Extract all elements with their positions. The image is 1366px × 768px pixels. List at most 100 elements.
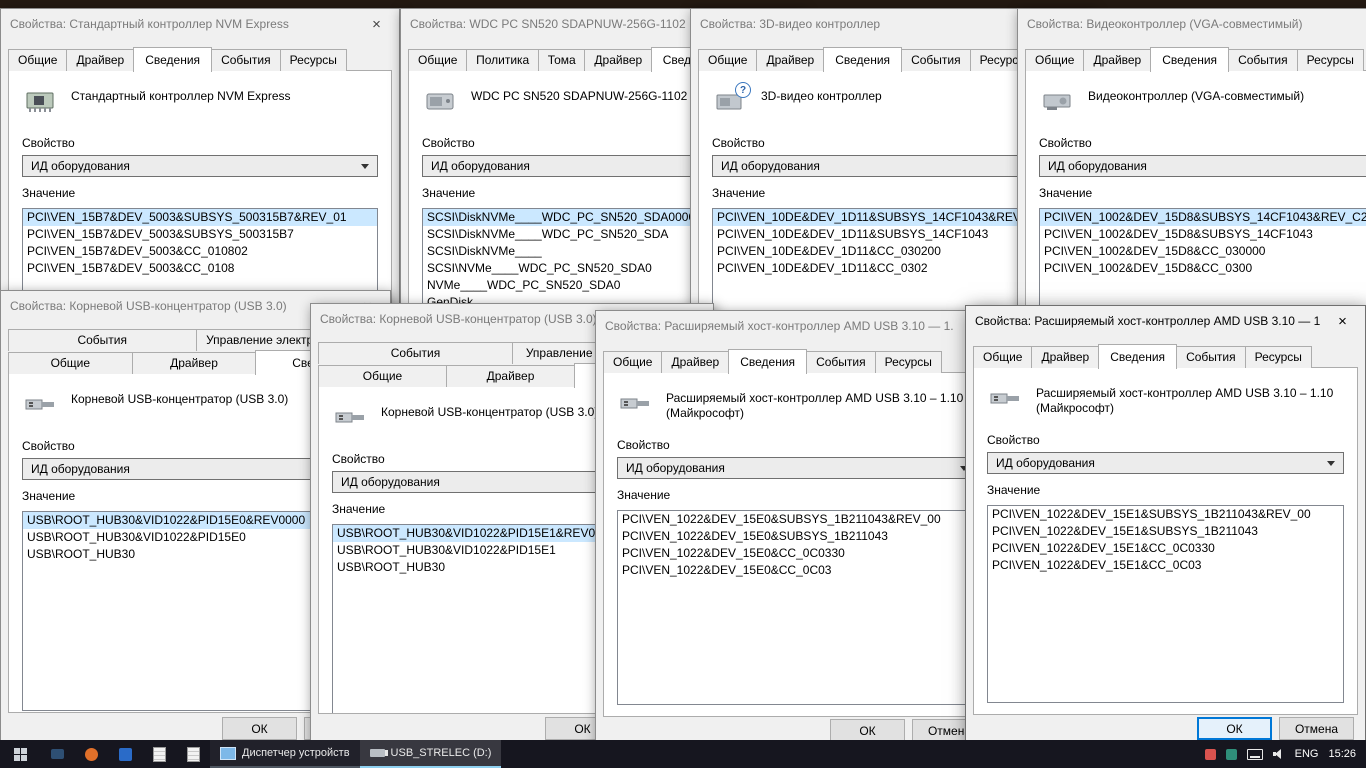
- touch-keyboard-icon[interactable]: [1246, 748, 1263, 760]
- tray-app-icon-red[interactable]: [1204, 748, 1216, 760]
- m-app-icon: [118, 747, 132, 761]
- ok-button[interactable]: ОК: [222, 717, 297, 740]
- taskbar-window-label: Диспетчер устройств: [242, 747, 350, 759]
- tab-resources[interactable]: Ресурсы: [874, 351, 942, 373]
- device-name: Стандартный контроллер NVM Express: [71, 89, 291, 103]
- tab-policy[interactable]: Политика: [466, 49, 539, 71]
- list-item[interactable]: PCI\VEN_1022&DEV_15E1&SUBSYS_1B211043&RE…: [988, 506, 1343, 523]
- volume-icon[interactable]: [1272, 749, 1285, 759]
- tab-general[interactable]: Общие: [973, 346, 1033, 368]
- property-combobox[interactable]: ИД оборудования: [617, 457, 977, 479]
- tray-app-icon-teal[interactable]: [1225, 748, 1237, 760]
- tab-details[interactable]: Сведения: [823, 47, 903, 72]
- list-item[interactable]: PCI\VEN_1022&DEV_15E0&CC_0C0330: [618, 545, 976, 562]
- tab-general[interactable]: Общие: [408, 49, 468, 71]
- list-item[interactable]: PCI\VEN_1002&DEV_15D8&CC_0300: [1040, 260, 1366, 277]
- tab-events[interactable]: События: [806, 351, 876, 373]
- tab-general[interactable]: Общие: [8, 49, 68, 71]
- tab-events[interactable]: События: [1228, 49, 1298, 71]
- pinned-app-notepad-2[interactable]: [176, 740, 210, 768]
- property-combobox-value: ИД оборудования: [31, 159, 130, 173]
- list-item[interactable]: PCI\VEN_15B7&DEV_5003&SUBSYS_500315B7: [23, 226, 377, 243]
- ok-button[interactable]: ОК: [1197, 717, 1272, 740]
- tab-events[interactable]: События: [1176, 346, 1246, 368]
- notepad-icon: [152, 746, 166, 762]
- value-label: Значение: [1039, 186, 1093, 200]
- tab-details[interactable]: Сведения: [728, 349, 808, 374]
- tab-driver[interactable]: Драйвер: [1083, 49, 1152, 71]
- list-item[interactable]: PCI\VEN_1022&DEV_15E0&CC_0C03: [618, 562, 976, 579]
- tab-driver[interactable]: Драйвер: [1031, 346, 1100, 368]
- titlebar[interactable]: Свойства: Расширяемый хост-контроллер AM…: [966, 306, 1365, 336]
- tab-details[interactable]: Сведения: [1098, 344, 1178, 369]
- values-listbox[interactable]: PCI\VEN_1022&DEV_15E0&SUBSYS_1B211043&RE…: [617, 510, 977, 705]
- tab-driver[interactable]: Драйвер: [66, 49, 135, 71]
- system-tray: ENG 15:26: [1204, 740, 1366, 768]
- list-item[interactable]: PCI\VEN_1002&DEV_15D8&CC_030000: [1040, 243, 1366, 260]
- pinned-app-m[interactable]: [108, 740, 142, 768]
- property-combobox[interactable]: ИД оборудования: [1039, 155, 1366, 177]
- list-item[interactable]: PCI\VEN_1022&DEV_15E1&SUBSYS_1B211043: [988, 523, 1343, 540]
- taskbar-window-usb-strelec[interactable]: USB_STRELEC (D:): [359, 740, 502, 768]
- list-item[interactable]: PCI\VEN_1002&DEV_15D8&SUBSYS_14CF1043: [1040, 226, 1366, 243]
- usb-drive-icon: [369, 749, 388, 757]
- device-name: Расширяемый хост-контроллер AMD USB 3.10…: [666, 391, 964, 420]
- property-combobox[interactable]: ИД оборудования: [987, 452, 1344, 474]
- ok-button[interactable]: ОК: [830, 719, 905, 742]
- pinned-app-notepad-1[interactable]: [142, 740, 176, 768]
- list-item[interactable]: PCI\VEN_15B7&DEV_5003&CC_0108: [23, 260, 377, 277]
- taskbar-window-device-manager[interactable]: Диспетчер устройств: [210, 740, 360, 768]
- tab-general[interactable]: Общие: [318, 365, 447, 387]
- pinned-app-briefcase[interactable]: [40, 740, 74, 768]
- list-item[interactable]: PCI\VEN_1022&DEV_15E0&SUBSYS_1B211043: [618, 528, 976, 545]
- tab-details[interactable]: Сведения: [133, 47, 213, 72]
- tab-driver[interactable]: Драйвер: [131, 352, 257, 374]
- values-listbox[interactable]: PCI\VEN_1022&DEV_15E1&SUBSYS_1B211043&RE…: [987, 505, 1344, 703]
- cancel-button[interactable]: Отмена: [1279, 717, 1354, 740]
- list-item[interactable]: PCI\VEN_1022&DEV_15E0&SUBSYS_1B211043&RE…: [618, 511, 976, 528]
- pinned-app-browser[interactable]: [74, 740, 108, 768]
- value-label: Значение: [617, 488, 671, 502]
- tab-events[interactable]: События: [318, 342, 513, 364]
- tab-driver[interactable]: Драйвер: [756, 49, 825, 71]
- close-icon[interactable]: ×: [1320, 306, 1365, 336]
- tab-general[interactable]: Общие: [8, 352, 133, 374]
- usb-connector-icon: [22, 389, 58, 422]
- tab-details[interactable]: Сведения: [1150, 47, 1230, 72]
- tab-driver[interactable]: Драйвер: [584, 49, 652, 71]
- titlebar[interactable]: Свойства: Стандартный контроллер NVM Exp…: [1, 9, 399, 39]
- list-item[interactable]: PCI\VEN_1002&DEV_15D8&SUBSYS_14CF1043&RE…: [1040, 209, 1366, 226]
- window-title: Свойства: Расширяемый хост-контроллер AM…: [605, 319, 953, 333]
- tab-events[interactable]: События: [901, 49, 971, 71]
- property-combobox[interactable]: ИД оборудования: [22, 155, 378, 177]
- device-name: Корневой USB-концентратор (USB 3.0): [71, 392, 289, 406]
- tab-driver[interactable]: Драйвер: [661, 351, 730, 373]
- list-item[interactable]: PCI\VEN_1022&DEV_15E1&CC_0C03: [988, 557, 1343, 574]
- list-item[interactable]: PCI\VEN_1022&DEV_15E1&CC_0C0330: [988, 540, 1343, 557]
- device-name: Расширяемый хост-контроллер AMD USB 3.10…: [1036, 386, 1334, 415]
- titlebar[interactable]: Свойства: Расширяемый хост-контроллер AM…: [596, 311, 998, 341]
- tab-resources[interactable]: Ресурсы: [1244, 346, 1312, 368]
- list-item[interactable]: PCI\VEN_15B7&DEV_5003&CC_010802: [23, 243, 377, 260]
- tab-resources[interactable]: Ресурсы: [279, 49, 347, 71]
- titlebar[interactable]: Свойства: Видеоконтроллер (VGA-совместим…: [1018, 9, 1366, 39]
- window-title: Свойства: Корневой USB-концентратор (USB…: [10, 299, 287, 313]
- property-label: Свойство: [617, 438, 670, 452]
- tab-events[interactable]: События: [8, 329, 197, 351]
- tab-page: Расширяемый хост-контроллер AMD USB 3.10…: [973, 367, 1358, 715]
- tab-driver[interactable]: Драйвер: [446, 365, 575, 387]
- tab-general[interactable]: Общие: [1025, 49, 1085, 71]
- tab-volumes[interactable]: Тома: [537, 49, 586, 71]
- property-label: Свойство: [987, 433, 1040, 447]
- tab-general[interactable]: Общие: [603, 351, 663, 373]
- close-icon[interactable]: ×: [354, 9, 399, 39]
- clock[interactable]: 15:26: [1328, 748, 1356, 760]
- question-badge-icon: ?: [735, 82, 751, 98]
- property-combobox-value: ИД оборудования: [31, 462, 130, 476]
- start-button[interactable]: [0, 740, 40, 768]
- language-indicator[interactable]: ENG: [1295, 748, 1319, 760]
- tab-events[interactable]: События: [211, 49, 281, 71]
- list-item[interactable]: PCI\VEN_15B7&DEV_5003&SUBSYS_500315B7&RE…: [23, 209, 377, 226]
- tab-general[interactable]: Общие: [698, 49, 758, 71]
- tab-resources[interactable]: Ресурсы: [1296, 49, 1364, 71]
